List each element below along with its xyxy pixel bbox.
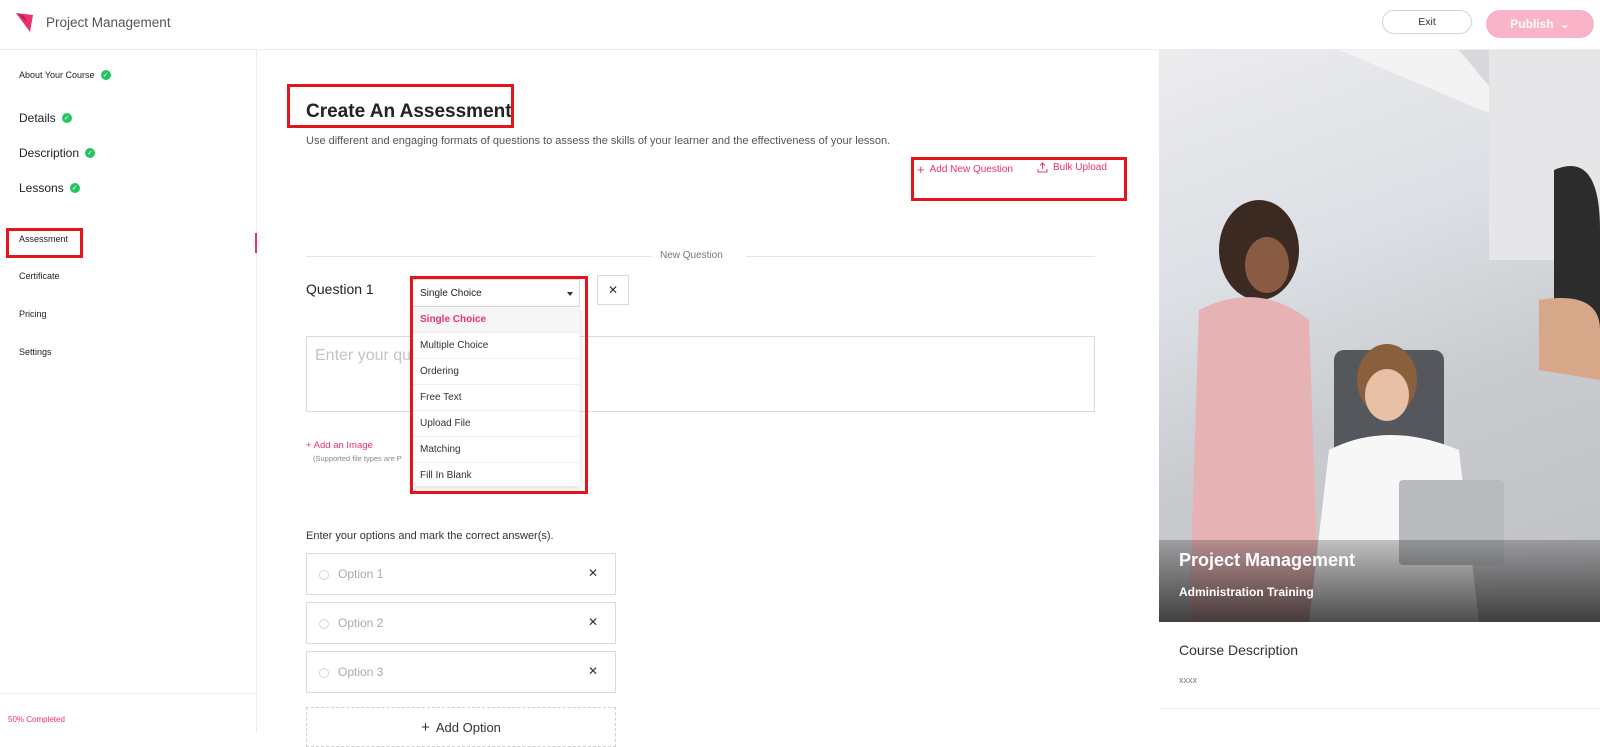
add-image-link[interactable]: + Add an Image [306,440,373,451]
dropdown-option-free-text[interactable]: Free Text [412,385,580,411]
dropdown-option-upload-file[interactable]: Upload File [412,411,580,437]
sidebar-item-details[interactable]: Details ✓ [19,111,72,125]
dropdown-option-matching[interactable]: Matching [412,437,580,463]
question-type-selected: Single Choice [420,287,482,299]
sidebar-item-settings[interactable]: Settings [19,347,52,357]
sidebar-item-about-your-course[interactable]: About Your Course ✓ [19,70,111,80]
exit-button[interactable]: Exit [1382,10,1472,34]
progress-label: 50% Completed [8,715,65,724]
option-row: Option 2 ✕ [306,602,616,644]
plus-icon: + [917,162,925,177]
sidebar-item-assessment[interactable]: Assessment [19,234,68,244]
preview-divider [1159,708,1600,709]
question-type-select[interactable]: Single Choice [412,279,580,307]
upload-icon [1037,162,1048,173]
caret-down-icon [567,292,573,296]
check-circle-icon: ✓ [100,70,111,80]
sidebar-item-label: Description [19,146,80,160]
course-description-value: xxxx [1179,675,1197,685]
publish-button[interactable]: Publish ⌄ [1486,10,1594,38]
question-type-dropdown: Single Choice Multiple Choice Ordering F… [412,307,580,489]
remove-question-button[interactable]: ✕ [597,275,629,305]
course-preview-panel: Project Management Administration Traini… [1159,50,1600,733]
publish-button-label: Publish [1510,17,1554,31]
dropdown-option-single-choice[interactable]: Single Choice [412,307,580,333]
sidebar-item-label: Settings [19,347,52,357]
option-row: Option 1 ✕ [306,553,616,595]
chevron-down-icon: ⌄ [1559,17,1570,31]
sidebar-item-label: Certificate [19,271,60,281]
preview-course-subtitle: Administration Training [1179,585,1314,599]
top-bar: Project Management Exit Publish ⌄ [0,0,1600,50]
sidebar: About Your Course ✓ Details ✓ Descriptio… [0,50,257,733]
dropdown-option-fill-in-blank[interactable]: Fill In Blank [412,463,580,489]
new-question-divider-label: New Question [652,250,731,261]
add-new-question-label: Add New Question [929,164,1013,175]
option-input[interactable]: Option 3 [338,665,383,679]
course-description-label: Course Description [1179,642,1299,658]
dropdown-option-ordering[interactable]: Ordering [412,359,580,385]
check-circle-icon: ✓ [85,148,96,158]
dropdown-option-multiple-choice[interactable]: Multiple Choice [412,333,580,359]
divider-left [306,256,652,257]
sidebar-item-label: About Your Course [19,70,95,80]
options-prompt: Enter your options and mark the correct … [306,530,554,542]
page-title: Create An Assessment [306,101,512,122]
close-icon[interactable]: ✕ [588,664,598,678]
page-description: Use different and engaging formats of qu… [306,135,891,147]
cover-photo-illustration [1159,50,1600,622]
course-cover-image [1159,50,1600,622]
option-row: Option 3 ✕ [306,651,616,693]
bulk-upload-button[interactable]: Bulk Upload [1037,162,1107,173]
preview-course-title: Project Management [1179,550,1356,570]
sidebar-item-label: Lessons [19,181,64,195]
sidebar-item-pricing[interactable]: Pricing [19,309,47,319]
sidebar-item-description[interactable]: Description ✓ [19,146,96,160]
option-input[interactable]: Option 1 [338,567,383,581]
active-indicator [255,233,257,253]
close-icon: ✕ [607,283,619,297]
add-new-question-button[interactable]: + Add New Question [917,162,1013,177]
sidebar-item-label: Details [19,111,56,125]
app-logo-icon[interactable] [15,12,35,34]
main-content: Create An Assessment Use different and e… [258,50,1158,747]
close-icon[interactable]: ✕ [588,615,598,629]
close-icon[interactable]: ✕ [588,566,598,580]
option-input[interactable]: Option 2 [338,616,383,630]
sidebar-item-certificate[interactable]: Certificate [19,271,60,281]
divider-right [746,256,1095,257]
sidebar-item-lessons[interactable]: Lessons ✓ [19,181,80,195]
file-types-note: (Supported file types are P [313,454,402,463]
add-option-button[interactable]: + Add Option [306,707,616,747]
option-radio[interactable] [319,570,329,580]
check-circle-icon: ✓ [61,113,72,123]
question-label: Question 1 [306,281,374,297]
question-placeholder: Enter your qu [315,347,412,364]
option-radio[interactable] [319,668,329,678]
sidebar-item-label: Pricing [19,309,47,319]
sidebar-item-label: Assessment [19,234,69,244]
sidebar-footer: 50% Completed [0,693,257,733]
option-radio[interactable] [319,619,329,629]
app-title: Project Management [46,15,171,30]
check-circle-icon: ✓ [69,183,80,193]
add-option-label: Add Option [435,719,501,735]
bulk-upload-label: Bulk Upload [1053,162,1107,173]
